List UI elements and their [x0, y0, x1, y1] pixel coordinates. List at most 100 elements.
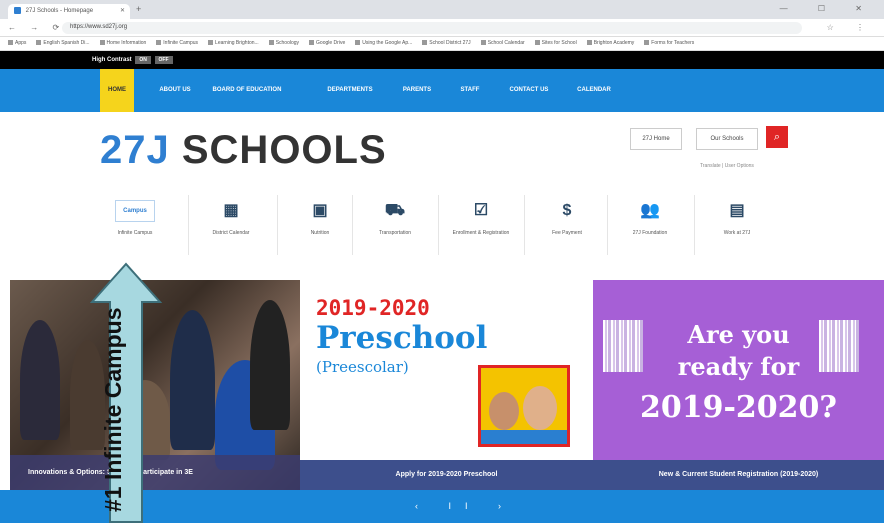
bookmark-icon [422, 40, 428, 46]
preschool-photo-cube [478, 365, 570, 447]
search-icon: ⌕ [773, 131, 781, 143]
slider-controls[interactable]: ‹ II › [415, 501, 515, 511]
callout-number: #1 [100, 486, 126, 512]
ready-line-2: ready for [677, 352, 800, 381]
bookmarks-bar: Apps English Spanish Di... Home Informatio… [0, 37, 884, 51]
quicklink-label: Nutrition [310, 230, 330, 236]
quicklink-divider [438, 195, 439, 255]
bookmark-item[interactable]: School Calendar [480, 40, 525, 46]
quicklink-divider [694, 195, 695, 255]
bookmark-label: School District 27J [429, 40, 471, 46]
quicklink-divider [188, 195, 189, 255]
quicklink-divider [607, 195, 608, 255]
url-input[interactable]: https://www.sd27j.org [62, 22, 802, 34]
bookmark-icon [208, 40, 214, 46]
quicklink-checklist[interactable]: ☑ Enrollment & Registration [446, 200, 516, 237]
search-button[interactable]: ⌕ [766, 126, 788, 148]
quicklink-label: Work at 27J [723, 230, 751, 236]
people-icon: 👥 [640, 202, 660, 219]
quicklink-divider [277, 195, 278, 255]
bookmark-label: Home Information [106, 40, 147, 46]
dollar-icon: $ [562, 202, 572, 219]
bookmark-item[interactable]: Google Drive [309, 40, 345, 46]
bookmark-item[interactable]: Schoology [268, 40, 299, 46]
bookmark-item[interactable]: Home Information [99, 40, 147, 46]
calendar-icon: ▦ [223, 202, 239, 219]
nav-item-staff[interactable]: STAFF [452, 69, 488, 112]
bookmark-item[interactable]: School District 27J [422, 40, 471, 46]
nav-item-home[interactable]: HOME [100, 69, 134, 112]
bookmark-item[interactable]: Learning Brighton... [208, 40, 259, 46]
bookmark-item[interactable]: Forms for Teachers [644, 40, 694, 46]
bus-icon: ⛟ [384, 202, 406, 219]
browser-tab[interactable]: 27J Schools - Homepage ✕ [8, 4, 130, 19]
home-button[interactable]: 27J Home [630, 128, 682, 150]
quicklink-label: Enrollment & Registration [452, 230, 510, 236]
bookmark-item[interactable]: Brighton Academy [586, 40, 635, 46]
quicklink-calendar[interactable]: ▦ District Calendar [196, 200, 266, 237]
checklist-icon: ☑ [473, 202, 489, 219]
bookmark-icon [309, 40, 315, 46]
translate-links[interactable]: Translate | User Options [700, 163, 754, 169]
preschool-subtitle: (Preescolar) [316, 358, 409, 376]
nav-item-parents[interactable]: PARENTS [395, 69, 439, 112]
new-tab-button[interactable]: + [136, 4, 141, 14]
our-schools-button[interactable]: Our Schools [696, 128, 758, 150]
quicklink-label: Fee Payment [552, 230, 582, 236]
hero-mid-caption[interactable]: Apply for 2019-2020 Preschool [300, 460, 593, 490]
high-contrast-on-button[interactable]: ON [135, 56, 151, 64]
quicklink-dollar[interactable]: $ Fee Payment [532, 200, 602, 237]
browser-tab-bar: 27J Schools - Homepage ✕ + — ☐ ✕ [0, 0, 884, 19]
bookmark-item[interactable]: Using the Google Ap... [355, 40, 412, 46]
bookmark-label: Sites for School [541, 40, 577, 46]
high-contrast-off-button[interactable]: OFF [154, 56, 173, 64]
tab-favicon-icon [14, 7, 21, 14]
quicklink-infinite-campus[interactable]: Campus Infinite Campus [100, 200, 170, 237]
bookmark-label: Learning Brighton... [215, 40, 259, 46]
nutrition-calendar-icon: ▣ [312, 202, 328, 219]
tab-close-icon[interactable]: ✕ [120, 7, 125, 14]
high-contrast-control: High Contrast ON OFF [92, 56, 173, 64]
bookmark-item[interactable]: Apps [8, 40, 26, 46]
window-controls[interactable]: — ☐ ✕ [780, 4, 876, 13]
briefcase-icon: ▤ [729, 202, 745, 219]
tab-title: 27J Schools - Homepage [25, 8, 94, 15]
quicklink-nutrition-calendar[interactable]: ▣ Nutrition [285, 200, 355, 237]
site-logo[interactable]: 27J SCHOOLS [100, 128, 387, 173]
preschool-title: Preschool [316, 320, 488, 356]
nav-item-departments[interactable]: DEPARTMENTS [318, 69, 382, 112]
bookmark-label: Google Drive [316, 40, 346, 46]
callout-text: Infinite Campus [100, 307, 126, 481]
hero-registration-slide[interactable]: Are you ready for 2019-2020? [593, 280, 884, 490]
quicklink-label: Infinite Campus [117, 230, 153, 236]
bookmark-icon [644, 40, 650, 46]
quicklink-briefcase[interactable]: ▤ Work at 27J [702, 200, 772, 237]
nav-item-about-us[interactable]: ABOUT US [150, 69, 200, 112]
address-bar-icons[interactable]: ☆ ⋮ [827, 23, 874, 32]
quicklink-label: District Calendar [212, 230, 250, 236]
bookmark-label: Brighton Academy [593, 40, 635, 46]
nav-item-calendar[interactable]: CALENDAR [568, 69, 620, 112]
ready-line-3: 2019-2020? [639, 390, 838, 425]
main-nav: HOME ABOUT US BOARD OF EDUCATION DEPARTMENT… [0, 69, 884, 112]
bookmark-icon [586, 40, 592, 46]
bookmark-item[interactable]: Infinite Campus [156, 40, 198, 46]
hero-right-caption[interactable]: New & Current Student Registration (2019… [593, 460, 884, 490]
quicklink-bus[interactable]: ⛟ Transportation [360, 200, 430, 237]
nav-item-contact-us[interactable]: CONTACT US [498, 69, 560, 112]
quicklink-label: 27J Foundation [632, 230, 668, 236]
callout-label: #1 Infinite Campus [100, 262, 127, 513]
preschool-year: 2019-2020 [316, 296, 430, 320]
bookmark-item[interactable]: English Spanish Di... [36, 40, 90, 46]
bookmark-icon [156, 40, 162, 46]
bookmark-icon [268, 40, 274, 46]
bookmark-item[interactable]: Sites for School [534, 40, 577, 46]
browser-nav-buttons[interactable]: ← → ⟳ [8, 23, 65, 32]
bookmark-label: English Spanish Di... [43, 40, 90, 46]
nav-item-board-of-education[interactable]: BOARD OF EDUCATION [208, 69, 286, 112]
quicklink-people[interactable]: 👥 27J Foundation [615, 200, 685, 237]
accessibility-bar: High Contrast ON OFF [0, 51, 884, 69]
logo-text: SCHOOLS [169, 128, 387, 172]
ready-line-1: Are you [687, 320, 790, 349]
hero-preschool-slide[interactable]: 2019-2020 Preschool (Preescolar) [300, 280, 593, 490]
